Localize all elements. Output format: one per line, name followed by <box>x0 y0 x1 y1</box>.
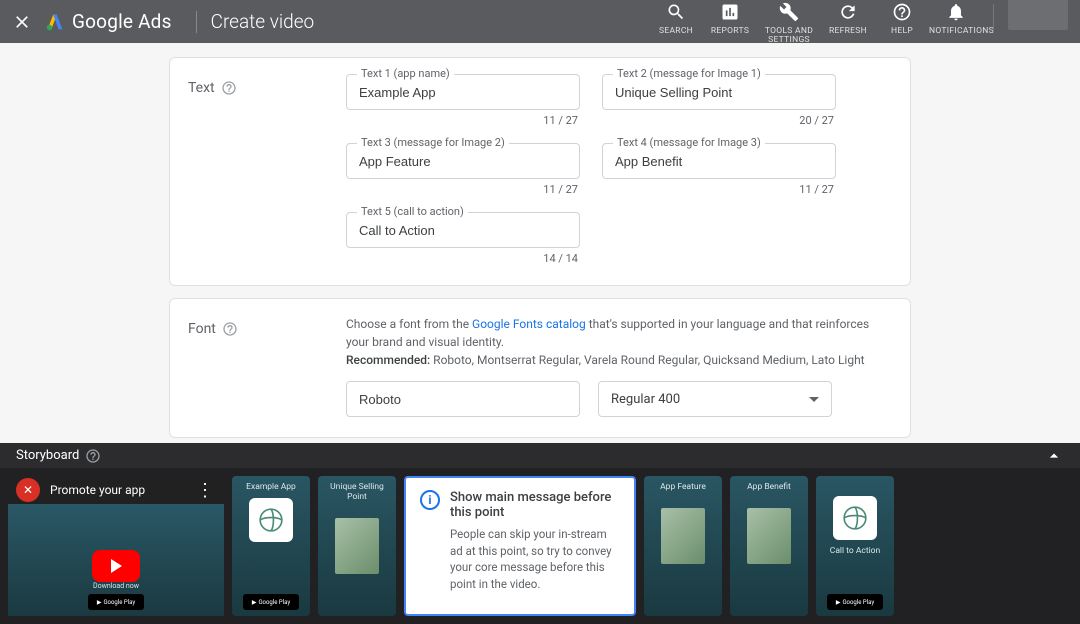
help-icon[interactable] <box>222 321 238 337</box>
help-button[interactable]: HELP <box>875 0 929 36</box>
download-text: Download now <box>93 582 139 590</box>
text1-input[interactable] <box>359 85 567 100</box>
frame-image <box>335 518 379 574</box>
help-icon[interactable] <box>85 448 101 464</box>
frame-image <box>661 508 705 564</box>
google-play-badge: ▶ Google Play <box>827 594 883 610</box>
text5-field[interactable]: Text 5 (call to action) <box>346 212 580 248</box>
text2-input[interactable] <box>615 85 823 100</box>
google-play-badge: ▶ Google Play <box>88 594 144 610</box>
storyboard-info-card: i Show main message before this point Pe… <box>404 476 636 616</box>
app-badge-icon: ✕ <box>16 478 40 502</box>
brand-text: Google Ads <box>72 10 172 33</box>
close-icon[interactable] <box>0 12 44 32</box>
text2-field[interactable]: Text 2 (message for Image 1) <box>602 74 836 110</box>
toolbar-separator <box>993 4 994 32</box>
text3-counter: 11 / 27 <box>346 183 580 196</box>
app-icon <box>833 496 877 540</box>
storyboard-frame-1[interactable]: Example App ▶ Google Play <box>232 476 310 616</box>
text3-input[interactable] <box>359 154 567 169</box>
text-section-label: Text <box>188 74 346 265</box>
frame-title: App Feature <box>660 482 706 492</box>
storyboard-frame-5[interactable]: Call to Action ▶ Google Play <box>816 476 894 616</box>
font-weight-select[interactable]: Regular 400 <box>598 381 832 417</box>
frame-title: App Benefit <box>747 482 791 492</box>
storyboard-header: Storyboard <box>0 443 1080 468</box>
text2-label: Text 2 (message for Image 1) <box>613 67 765 80</box>
google-ads-logo: Google Ads <box>44 10 172 33</box>
main-content: Text Text 1 (app name) 11 / 27 Text 2 (m… <box>0 43 1080 443</box>
storyboard-panel: Storyboard ✕ Promote your app ⋮ Download… <box>0 443 1080 624</box>
help-icon[interactable] <box>221 80 237 96</box>
frame-image <box>747 508 791 564</box>
text3-field[interactable]: Text 3 (message for Image 2) <box>346 143 580 179</box>
chevron-down-icon <box>809 397 819 402</box>
text1-field[interactable]: Text 1 (app name) <box>346 74 580 110</box>
more-icon[interactable]: ⋮ <box>196 480 216 501</box>
font-family-value[interactable] <box>359 392 567 407</box>
tools-button[interactable]: TOOLS AND SETTINGS <box>757 0 821 45</box>
text5-input[interactable] <box>359 223 567 238</box>
font-family-input[interactable] <box>346 381 580 417</box>
font-weight-value: Regular 400 <box>611 392 680 407</box>
info-title: Show main message before this point <box>450 490 620 520</box>
search-button[interactable]: SEARCH <box>649 0 703 36</box>
header: Google Ads Create video SEARCH REPORTS T… <box>0 0 1080 43</box>
reports-label: REPORTS <box>703 27 757 36</box>
youtube-play-icon[interactable] <box>92 550 140 582</box>
font-label: Font <box>188 321 216 337</box>
storyboard-label: Storyboard <box>16 448 79 463</box>
font-description: Choose a font from the Google Fonts cata… <box>346 315 888 369</box>
preview-title: Promote your app <box>50 483 145 497</box>
storyboard-frame-3[interactable]: App Feature <box>644 476 722 616</box>
toolbar: SEARCH REPORTS TOOLS AND SETTINGS REFRES… <box>649 0 1068 45</box>
notifications-button[interactable]: NOTIFICATIONS <box>929 0 983 36</box>
text2-counter: 20 / 27 <box>602 114 836 127</box>
font-card: Font Choose a font from the Google Fonts… <box>169 298 911 438</box>
google-play-badge: ▶ Google Play <box>243 594 299 610</box>
text5-counter: 14 / 14 <box>346 252 580 265</box>
account-switcher[interactable] <box>1008 0 1068 30</box>
app-icon <box>249 498 293 542</box>
frame-title: Example App <box>246 482 296 492</box>
info-body: People can skip your in-stream ad at thi… <box>450 526 620 593</box>
storyboard-frame-2[interactable]: Unique Selling Point <box>318 476 396 616</box>
text4-label: Text 4 (message for Image 3) <box>613 136 765 149</box>
refresh-button[interactable]: REFRESH <box>821 0 875 36</box>
frame-title: Call to Action <box>830 546 880 556</box>
frame-title: Unique Selling Point <box>322 482 392 502</box>
notifications-label: NOTIFICATIONS <box>929 27 983 36</box>
text4-field[interactable]: Text 4 (message for Image 3) <box>602 143 836 179</box>
reports-button[interactable]: REPORTS <box>703 0 757 36</box>
text-label: Text <box>188 80 215 96</box>
tools-label: TOOLS AND SETTINGS <box>757 27 821 46</box>
search-label: SEARCH <box>649 27 703 36</box>
text-card: Text Text 1 (app name) 11 / 27 Text 2 (m… <box>169 57 911 286</box>
help-label: HELP <box>875 27 929 36</box>
font-section-label: Font <box>188 315 346 417</box>
refresh-label: REFRESH <box>821 27 875 36</box>
text4-input[interactable] <box>615 154 823 169</box>
text1-counter: 11 / 27 <box>346 114 580 127</box>
text3-label: Text 3 (message for Image 2) <box>357 136 509 149</box>
text5-label: Text 5 (call to action) <box>357 205 468 218</box>
google-fonts-link[interactable]: Google Fonts catalog <box>472 317 586 331</box>
divider <box>196 11 197 33</box>
storyboard-body: ✕ Promote your app ⋮ Download now ▶ Goog… <box>0 468 1080 624</box>
text1-label: Text 1 (app name) <box>357 67 454 80</box>
text4-counter: 11 / 27 <box>602 183 836 196</box>
storyboard-frame-4[interactable]: App Benefit <box>730 476 808 616</box>
chevron-up-icon[interactable] <box>1044 446 1064 466</box>
info-icon: i <box>420 490 440 510</box>
video-preview[interactable]: ✕ Promote your app ⋮ Download now ▶ Goog… <box>8 476 224 616</box>
page-title: Create video <box>211 10 315 33</box>
